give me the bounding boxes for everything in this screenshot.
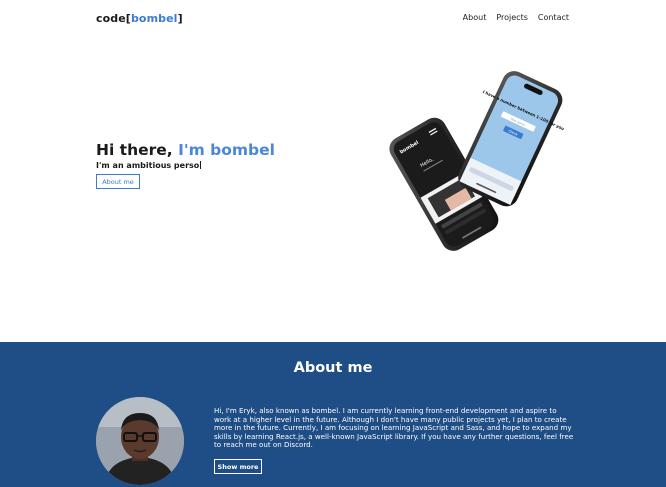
profile-avatar bbox=[96, 397, 184, 485]
site-logo[interactable]: code[bombel] bbox=[96, 12, 183, 25]
logo-accent: bombel bbox=[130, 12, 178, 25]
logo-suffix: ] bbox=[177, 12, 183, 25]
about-description: Hi, I'm Eryk, also known as bombel. I am… bbox=[214, 406, 574, 450]
nav-link-contact[interactable]: Contact bbox=[538, 13, 569, 22]
typing-caret bbox=[200, 161, 202, 169]
nav-link-about[interactable]: About bbox=[463, 13, 487, 22]
show-more-button[interactable]: Show more bbox=[214, 459, 262, 474]
site-header: code[bombel] About Projects Contact bbox=[0, 0, 666, 38]
hero-subtitle: I'm an ambitious perso bbox=[96, 161, 275, 170]
nav-link-projects[interactable]: Projects bbox=[496, 13, 528, 22]
main-nav: About Projects Contact bbox=[463, 13, 569, 22]
about-section: About me Hi, I'm Eryk, also known as bom… bbox=[0, 342, 666, 487]
about-me-button[interactable]: About me bbox=[96, 174, 140, 189]
hero-text: Hi there, I'm bombel I'm an ambitious pe… bbox=[96, 141, 275, 170]
about-title: About me bbox=[293, 360, 373, 376]
logo-prefix: code[ bbox=[96, 12, 131, 25]
hero-title-prefix: Hi there, bbox=[96, 141, 179, 159]
avatar-photo bbox=[96, 397, 184, 485]
hero-title-accent: I'm bombel bbox=[178, 141, 275, 159]
phones-mockup-image: bombel Hello, I have a number between 1-… bbox=[389, 71, 565, 251]
hero-title: Hi there, I'm bombel bbox=[96, 141, 275, 159]
typing-text: I'm an ambitious perso bbox=[96, 161, 200, 170]
